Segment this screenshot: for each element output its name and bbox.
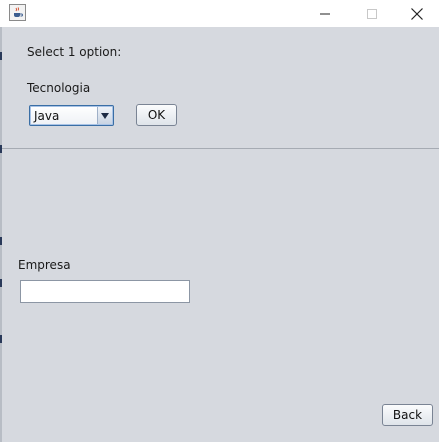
maximize-button[interactable] (349, 0, 395, 27)
java-cup-icon (9, 4, 26, 21)
tecnologia-selected-value: Java (34, 109, 60, 123)
dropdown-arrow-icon[interactable] (97, 107, 112, 124)
close-icon (411, 7, 423, 20)
maximize-icon (367, 8, 377, 19)
back-button[interactable]: Back (382, 404, 433, 426)
tecnologia-combobox[interactable]: Java (29, 105, 114, 126)
empresa-input[interactable] (20, 280, 190, 303)
title-bar[interactable] (0, 0, 439, 27)
select-option-label: Select 1 option: (27, 45, 122, 59)
minimize-icon (320, 13, 330, 14)
empresa-label: Empresa (18, 258, 71, 272)
separator (2, 148, 439, 149)
tecnologia-label: Tecnologia (27, 81, 91, 95)
ok-button[interactable]: OK (136, 104, 177, 126)
minimize-button[interactable] (302, 0, 348, 27)
app-window: Select 1 option: Tecnologia Java OK Empr… (0, 0, 439, 442)
close-button[interactable] (394, 0, 439, 27)
